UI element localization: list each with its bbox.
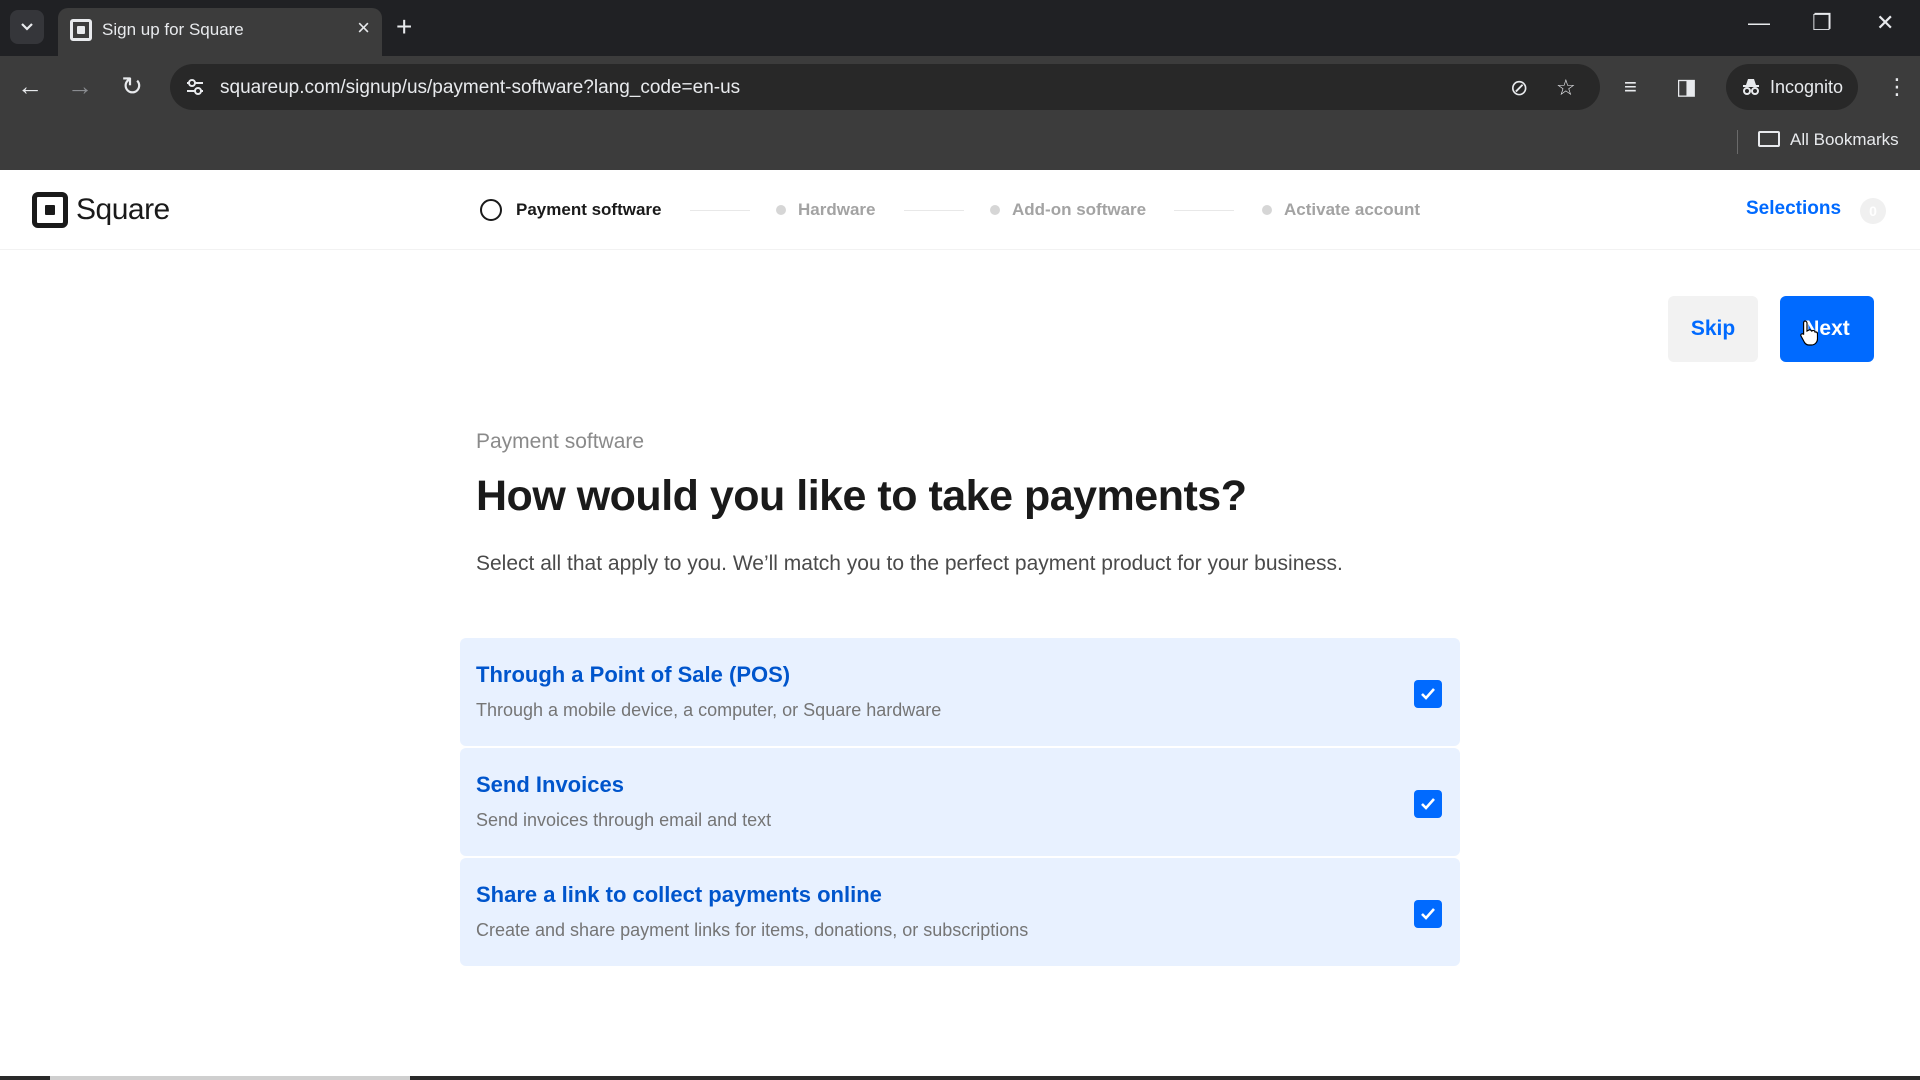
incognito-badge[interactable]: Incognito: [1726, 64, 1858, 110]
tab-strip: Sign up for Square × + — ❐ ✕: [0, 0, 1920, 56]
scroll-thumb[interactable]: [50, 1076, 410, 1080]
checkmark-icon: [1421, 908, 1435, 920]
option-description: Through a mobile device, a computer, or …: [476, 700, 942, 720]
address-bar[interactable]: squareup.com/signup/us/payment-software?…: [170, 64, 1600, 110]
checkmark-icon: [1421, 688, 1435, 700]
step-dot-icon: [776, 205, 786, 215]
close-window-icon[interactable]: ✕: [1876, 10, 1894, 36]
new-tab-icon[interactable]: +: [396, 12, 412, 42]
tab-title: Sign up for Square: [102, 20, 244, 39]
page-title: How would you like to take payments?: [476, 472, 1247, 520]
side-panel-icon[interactable]: ◨: [1676, 74, 1697, 100]
reload-icon[interactable]: ↻: [114, 68, 150, 104]
minimize-icon[interactable]: —: [1748, 10, 1770, 36]
eye-off-icon[interactable]: ⊘: [1510, 75, 1528, 101]
checkbox-checked[interactable]: [1414, 900, 1442, 928]
option-title: Through a Point of Sale (POS): [476, 662, 791, 687]
browser-chrome: Sign up for Square × + — ❐ ✕ ← → ↻ squar…: [0, 0, 1920, 170]
step-label: Add-on software: [1012, 200, 1147, 219]
option-description: Send invoices through email and text: [476, 810, 772, 830]
square-logo[interactable]: Square: [32, 192, 170, 228]
section-eyebrow: Payment software: [476, 430, 645, 453]
checkmark-icon: [1421, 798, 1435, 810]
url-text: squareup.com/signup/us/payment-software?…: [220, 77, 741, 98]
step-dot-icon: [990, 205, 1000, 215]
square-favicon-icon: [70, 19, 92, 41]
step-label: Activate account: [1284, 200, 1421, 219]
option-title: Share a link to collect payments online: [476, 882, 882, 907]
reading-list-icon[interactable]: ≡: [1624, 74, 1637, 100]
tab-close-icon[interactable]: ×: [357, 16, 370, 40]
square-logo-icon: [32, 192, 68, 228]
incognito-icon: [1743, 79, 1759, 95]
option-payment-links[interactable]: Share a link to collect payments online …: [460, 858, 1460, 966]
checkbox-checked[interactable]: [1414, 680, 1442, 708]
checkbox-checked[interactable]: [1414, 790, 1442, 818]
step-connector: [690, 210, 750, 211]
forward-icon[interactable]: →: [62, 68, 98, 104]
option-send-invoices[interactable]: Send Invoices Send invoices through emai…: [460, 748, 1460, 856]
selections-link[interactable]: Selections: [1746, 198, 1841, 220]
logo-text: Square: [76, 193, 170, 226]
site-settings-icon[interactable]: [184, 76, 206, 98]
step-current-ring-icon: [480, 199, 502, 221]
all-bookmarks-label: All Bookmarks: [1790, 130, 1899, 149]
all-bookmarks-button[interactable]: All Bookmarks: [1758, 130, 1899, 150]
tab-search-button[interactable]: [10, 10, 44, 44]
incognito-label: Incognito: [1770, 77, 1844, 97]
bookmark-star-icon[interactable]: ☆: [1556, 75, 1576, 101]
step-dot-icon: [1262, 205, 1272, 215]
skip-button[interactable]: Skip: [1668, 296, 1758, 362]
site-header: Square Payment software Hardware Add-on …: [0, 170, 1920, 250]
page-content: Square Payment software Hardware Add-on …: [0, 170, 1920, 1080]
bookmarks-separator: [1737, 130, 1738, 154]
bottom-scroll-indicator: [0, 1076, 1920, 1080]
payment-options-list: Through a Point of Sale (POS) Through a …: [460, 638, 1460, 968]
page-subtitle: Select all that apply to you. We’ll matc…: [476, 552, 1343, 575]
folder-icon: [1758, 131, 1780, 147]
chevron-down-icon: [21, 23, 33, 31]
more-menu-icon[interactable]: ⋮: [1886, 74, 1908, 100]
step-connector: [1174, 210, 1234, 211]
option-title: Send Invoices: [476, 772, 624, 797]
browser-toolbar: ← → ↻ squareup.com/signup/us/payment-sof…: [0, 56, 1920, 120]
browser-tab[interactable]: Sign up for Square ×: [58, 8, 382, 56]
step-connector: [904, 210, 964, 211]
restore-icon[interactable]: ❐: [1812, 10, 1832, 36]
bookmarks-bar: All Bookmarks: [0, 120, 1920, 170]
next-button[interactable]: Next: [1780, 296, 1874, 362]
step-label: Hardware: [798, 200, 876, 219]
selections-count-badge: 0: [1860, 198, 1886, 224]
step-label: Payment software: [516, 200, 662, 219]
option-description: Create and share payment links for items…: [476, 920, 1029, 940]
back-icon[interactable]: ←: [12, 68, 48, 104]
mouse-pointer-icon: [1800, 320, 1818, 346]
option-point-of-sale[interactable]: Through a Point of Sale (POS) Through a …: [460, 638, 1460, 746]
